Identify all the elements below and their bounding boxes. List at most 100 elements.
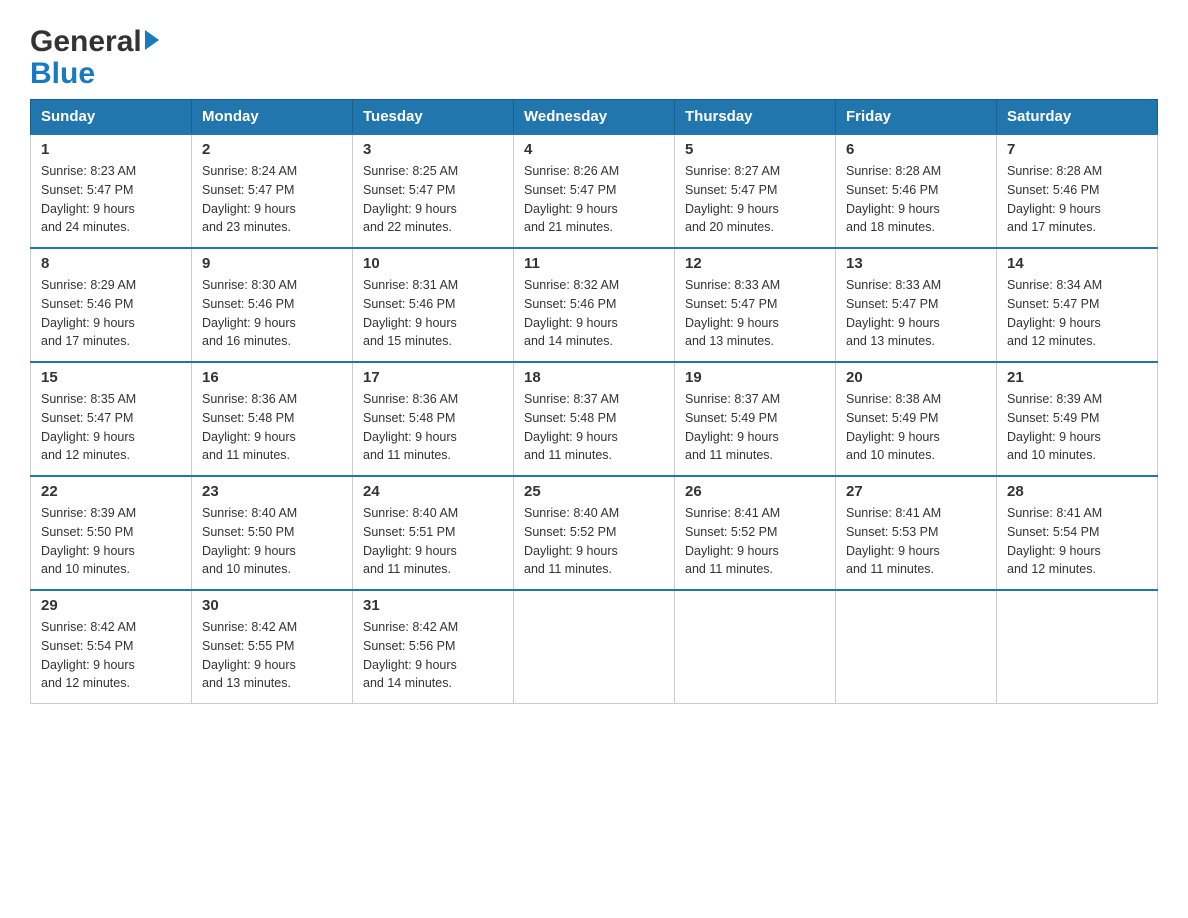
day-info: Sunrise: 8:25 AM Sunset: 5:47 PM Dayligh…	[363, 162, 503, 237]
day-info: Sunrise: 8:23 AM Sunset: 5:47 PM Dayligh…	[41, 162, 181, 237]
calendar-week-3: 15 Sunrise: 8:35 AM Sunset: 5:47 PM Dayl…	[31, 362, 1158, 476]
calendar-day-27: 27 Sunrise: 8:41 AM Sunset: 5:53 PM Dayl…	[836, 476, 997, 590]
day-number: 22	[41, 483, 181, 500]
weekday-header-friday: Friday	[836, 100, 997, 135]
logo-general: General	[30, 25, 142, 59]
day-number: 11	[524, 255, 664, 272]
weekday-header-wednesday: Wednesday	[514, 100, 675, 135]
day-number: 9	[202, 255, 342, 272]
calendar-table: SundayMondayTuesdayWednesdayThursdayFrid…	[30, 99, 1158, 704]
calendar-day-5: 5 Sunrise: 8:27 AM Sunset: 5:47 PM Dayli…	[675, 134, 836, 248]
calendar-day-13: 13 Sunrise: 8:33 AM Sunset: 5:47 PM Dayl…	[836, 248, 997, 362]
calendar-day-31: 31 Sunrise: 8:42 AM Sunset: 5:56 PM Dayl…	[353, 590, 514, 704]
day-info: Sunrise: 8:42 AM Sunset: 5:54 PM Dayligh…	[41, 618, 181, 693]
calendar-header-row: SundayMondayTuesdayWednesdayThursdayFrid…	[31, 100, 1158, 135]
day-number: 4	[524, 141, 664, 158]
calendar-day-14: 14 Sunrise: 8:34 AM Sunset: 5:47 PM Dayl…	[997, 248, 1158, 362]
day-number: 19	[685, 369, 825, 386]
page-header: General Blue	[30, 20, 1158, 89]
calendar-day-8: 8 Sunrise: 8:29 AM Sunset: 5:46 PM Dayli…	[31, 248, 192, 362]
calendar-day-19: 19 Sunrise: 8:37 AM Sunset: 5:49 PM Dayl…	[675, 362, 836, 476]
calendar-day-17: 17 Sunrise: 8:36 AM Sunset: 5:48 PM Dayl…	[353, 362, 514, 476]
day-info: Sunrise: 8:24 AM Sunset: 5:47 PM Dayligh…	[202, 162, 342, 237]
calendar-day-29: 29 Sunrise: 8:42 AM Sunset: 5:54 PM Dayl…	[31, 590, 192, 704]
calendar-day-2: 2 Sunrise: 8:24 AM Sunset: 5:47 PM Dayli…	[192, 134, 353, 248]
day-number: 10	[363, 255, 503, 272]
calendar-day-10: 10 Sunrise: 8:31 AM Sunset: 5:46 PM Dayl…	[353, 248, 514, 362]
day-info: Sunrise: 8:36 AM Sunset: 5:48 PM Dayligh…	[363, 390, 503, 465]
day-number: 1	[41, 141, 181, 158]
day-number: 2	[202, 141, 342, 158]
calendar-day-22: 22 Sunrise: 8:39 AM Sunset: 5:50 PM Dayl…	[31, 476, 192, 590]
day-info: Sunrise: 8:40 AM Sunset: 5:51 PM Dayligh…	[363, 504, 503, 579]
weekday-header-monday: Monday	[192, 100, 353, 135]
calendar-day-11: 11 Sunrise: 8:32 AM Sunset: 5:46 PM Dayl…	[514, 248, 675, 362]
day-info: Sunrise: 8:34 AM Sunset: 5:47 PM Dayligh…	[1007, 276, 1147, 351]
calendar-day-24: 24 Sunrise: 8:40 AM Sunset: 5:51 PM Dayl…	[353, 476, 514, 590]
day-info: Sunrise: 8:28 AM Sunset: 5:46 PM Dayligh…	[846, 162, 986, 237]
calendar-day-6: 6 Sunrise: 8:28 AM Sunset: 5:46 PM Dayli…	[836, 134, 997, 248]
day-info: Sunrise: 8:32 AM Sunset: 5:46 PM Dayligh…	[524, 276, 664, 351]
day-info: Sunrise: 8:41 AM Sunset: 5:53 PM Dayligh…	[846, 504, 986, 579]
day-number: 16	[202, 369, 342, 386]
empty-cell	[836, 590, 997, 704]
calendar-day-4: 4 Sunrise: 8:26 AM Sunset: 5:47 PM Dayli…	[514, 134, 675, 248]
weekday-header-sunday: Sunday	[31, 100, 192, 135]
calendar-day-7: 7 Sunrise: 8:28 AM Sunset: 5:46 PM Dayli…	[997, 134, 1158, 248]
calendar-week-4: 22 Sunrise: 8:39 AM Sunset: 5:50 PM Dayl…	[31, 476, 1158, 590]
logo-arrow-icon	[145, 30, 159, 50]
day-number: 28	[1007, 483, 1147, 500]
calendar-day-1: 1 Sunrise: 8:23 AM Sunset: 5:47 PM Dayli…	[31, 134, 192, 248]
day-info: Sunrise: 8:37 AM Sunset: 5:49 PM Dayligh…	[685, 390, 825, 465]
calendar-week-2: 8 Sunrise: 8:29 AM Sunset: 5:46 PM Dayli…	[31, 248, 1158, 362]
day-number: 25	[524, 483, 664, 500]
day-info: Sunrise: 8:26 AM Sunset: 5:47 PM Dayligh…	[524, 162, 664, 237]
calendar-day-3: 3 Sunrise: 8:25 AM Sunset: 5:47 PM Dayli…	[353, 134, 514, 248]
calendar-day-15: 15 Sunrise: 8:35 AM Sunset: 5:47 PM Dayl…	[31, 362, 192, 476]
day-info: Sunrise: 8:36 AM Sunset: 5:48 PM Dayligh…	[202, 390, 342, 465]
calendar-day-26: 26 Sunrise: 8:41 AM Sunset: 5:52 PM Dayl…	[675, 476, 836, 590]
calendar-week-5: 29 Sunrise: 8:42 AM Sunset: 5:54 PM Dayl…	[31, 590, 1158, 704]
day-number: 15	[41, 369, 181, 386]
day-info: Sunrise: 8:31 AM Sunset: 5:46 PM Dayligh…	[363, 276, 503, 351]
day-info: Sunrise: 8:29 AM Sunset: 5:46 PM Dayligh…	[41, 276, 181, 351]
calendar-day-25: 25 Sunrise: 8:40 AM Sunset: 5:52 PM Dayl…	[514, 476, 675, 590]
calendar-day-18: 18 Sunrise: 8:37 AM Sunset: 5:48 PM Dayl…	[514, 362, 675, 476]
day-info: Sunrise: 8:41 AM Sunset: 5:52 PM Dayligh…	[685, 504, 825, 579]
day-info: Sunrise: 8:39 AM Sunset: 5:50 PM Dayligh…	[41, 504, 181, 579]
weekday-header-thursday: Thursday	[675, 100, 836, 135]
day-number: 6	[846, 141, 986, 158]
day-number: 12	[685, 255, 825, 272]
day-number: 3	[363, 141, 503, 158]
day-info: Sunrise: 8:38 AM Sunset: 5:49 PM Dayligh…	[846, 390, 986, 465]
day-info: Sunrise: 8:40 AM Sunset: 5:50 PM Dayligh…	[202, 504, 342, 579]
calendar-day-28: 28 Sunrise: 8:41 AM Sunset: 5:54 PM Dayl…	[997, 476, 1158, 590]
day-number: 31	[363, 597, 503, 614]
day-info: Sunrise: 8:28 AM Sunset: 5:46 PM Dayligh…	[1007, 162, 1147, 237]
day-info: Sunrise: 8:33 AM Sunset: 5:47 PM Dayligh…	[685, 276, 825, 351]
calendar-day-21: 21 Sunrise: 8:39 AM Sunset: 5:49 PM Dayl…	[997, 362, 1158, 476]
day-number: 20	[846, 369, 986, 386]
weekday-header-tuesday: Tuesday	[353, 100, 514, 135]
day-number: 17	[363, 369, 503, 386]
empty-cell	[514, 590, 675, 704]
day-number: 5	[685, 141, 825, 158]
day-info: Sunrise: 8:39 AM Sunset: 5:49 PM Dayligh…	[1007, 390, 1147, 465]
calendar-day-23: 23 Sunrise: 8:40 AM Sunset: 5:50 PM Dayl…	[192, 476, 353, 590]
day-info: Sunrise: 8:37 AM Sunset: 5:48 PM Dayligh…	[524, 390, 664, 465]
day-info: Sunrise: 8:40 AM Sunset: 5:52 PM Dayligh…	[524, 504, 664, 579]
logo: General Blue	[30, 20, 159, 89]
day-number: 29	[41, 597, 181, 614]
day-number: 13	[846, 255, 986, 272]
logo-blue: Blue	[30, 59, 95, 89]
empty-cell	[675, 590, 836, 704]
empty-cell	[997, 590, 1158, 704]
calendar-week-1: 1 Sunrise: 8:23 AM Sunset: 5:47 PM Dayli…	[31, 134, 1158, 248]
day-number: 8	[41, 255, 181, 272]
calendar-day-9: 9 Sunrise: 8:30 AM Sunset: 5:46 PM Dayli…	[192, 248, 353, 362]
day-info: Sunrise: 8:30 AM Sunset: 5:46 PM Dayligh…	[202, 276, 342, 351]
day-number: 18	[524, 369, 664, 386]
day-number: 14	[1007, 255, 1147, 272]
day-info: Sunrise: 8:41 AM Sunset: 5:54 PM Dayligh…	[1007, 504, 1147, 579]
day-info: Sunrise: 8:42 AM Sunset: 5:55 PM Dayligh…	[202, 618, 342, 693]
